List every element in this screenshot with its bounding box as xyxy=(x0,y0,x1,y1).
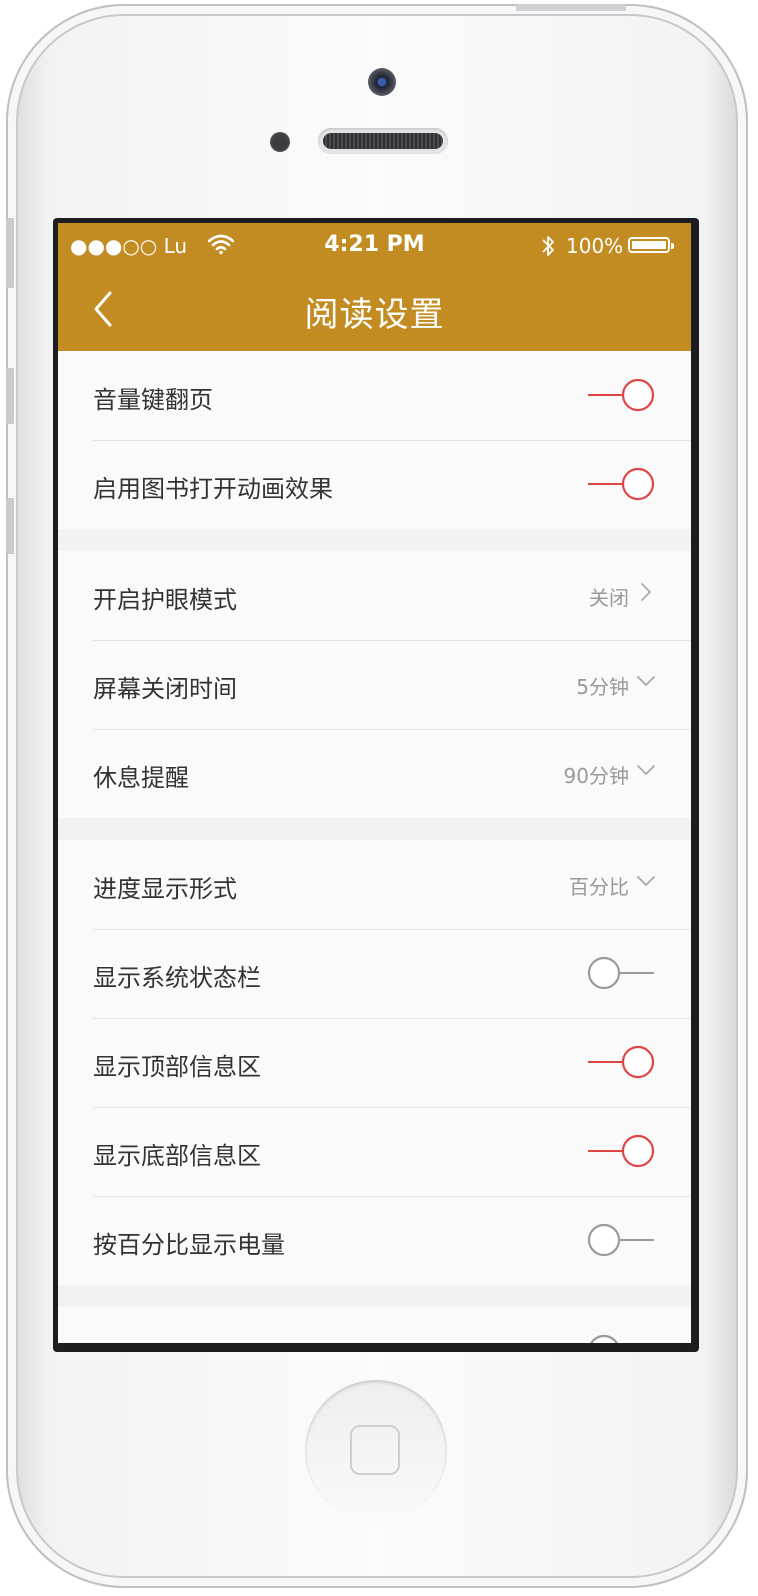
settings-row[interactable]: 音量键翻页 xyxy=(58,351,691,440)
settings-row[interactable]: 显示系统状态栏 xyxy=(58,929,691,1018)
settings-group: 开启护眼模式 关闭屏幕关闭时间 5分钟休息提醒 90分钟 xyxy=(58,551,691,818)
nav-bar: 阅读设置 xyxy=(58,269,691,351)
settings-list: 音量键翻页启用图书打开动画效果 开启护眼模式 关闭屏幕关闭时间 5分钟休息提醒 90分钟… xyxy=(58,351,691,1343)
chevron-down-icon xyxy=(637,765,655,775)
toggle-switch[interactable] xyxy=(587,1134,655,1168)
settings-row[interactable]: 屏幕关闭时间 5分钟 xyxy=(58,640,691,729)
settings-row-label: 显示底部信息区 xyxy=(93,1142,261,1170)
settings-row[interactable]: 休息提醒 90分钟 xyxy=(58,729,691,818)
settings-row-value: 百分比 xyxy=(569,875,629,899)
status-bar: ●●●○○ Lu 4:21 PM 100% xyxy=(58,223,691,269)
battery-percent: 100% xyxy=(566,234,624,258)
settings-group: 进度显示形式 百分比显示系统状态栏 显示顶部信息区 显示底部信息区 按百分比显示电量 xyxy=(58,840,691,1285)
settings-row-label: 启用图书打开动画效果 xyxy=(93,475,333,503)
home-square-icon xyxy=(350,1425,400,1475)
home-button[interactable] xyxy=(305,1380,447,1522)
settings-row-value: 关闭 xyxy=(589,586,629,610)
settings-group: 音量键翻页启用图书打开动画效果 xyxy=(58,351,691,529)
settings-row-label: 显示顶部信息区 xyxy=(93,1053,261,1081)
toggle-switch[interactable] xyxy=(587,1045,655,1079)
toggle-switch[interactable] xyxy=(587,1334,655,1343)
settings-row-label: 按百分比显示电量 xyxy=(93,1231,285,1259)
earpiece-speaker xyxy=(318,128,448,154)
mute-switch xyxy=(6,218,14,288)
settings-row[interactable]: 显示底部信息区 xyxy=(58,1107,691,1196)
toggle-switch[interactable] xyxy=(587,1223,655,1257)
power-button xyxy=(516,4,626,11)
chevron-down-icon xyxy=(637,876,655,886)
battery-icon xyxy=(628,237,674,253)
settings-row[interactable]: 显示顶部信息区 xyxy=(58,1018,691,1107)
settings-row[interactable]: 进度显示形式 百分比 xyxy=(58,840,691,929)
settings-row[interactable]: 按百分比显示电量 xyxy=(58,1196,691,1285)
front-camera xyxy=(368,68,396,96)
toggle-switch[interactable] xyxy=(587,378,655,412)
chevron-down-icon xyxy=(637,676,655,686)
bluetooth-icon xyxy=(542,236,554,256)
settings-row[interactable]: 书法首界 xyxy=(58,1307,691,1343)
volume-down-button xyxy=(6,498,14,554)
settings-row-label: 显示系统状态栏 xyxy=(93,964,261,992)
settings-row-label: 进度显示形式 xyxy=(93,875,237,903)
settings-row[interactable]: 开启护眼模式 关闭 xyxy=(58,551,691,640)
settings-row-value: 5分钟 xyxy=(576,675,629,699)
settings-row-label: 休息提醒 xyxy=(93,764,189,792)
volume-up-button xyxy=(6,368,14,424)
settings-row[interactable]: 启用图书打开动画效果 xyxy=(58,440,691,529)
toggle-switch[interactable] xyxy=(587,467,655,501)
toggle-switch[interactable] xyxy=(587,956,655,990)
settings-row-label: 音量键翻页 xyxy=(93,386,213,414)
settings-row-label: 屏幕关闭时间 xyxy=(93,675,237,703)
page-title: 阅读设置 xyxy=(304,295,445,335)
settings-row-label: 开启护眼模式 xyxy=(93,586,237,614)
screen: ●●●○○ Lu 4:21 PM 100% 阅读设置 音量键翻页启用图书打开动画… xyxy=(58,223,691,1343)
header-bar: ●●●○○ Lu 4:21 PM 100% 阅读设置 xyxy=(58,223,691,351)
settings-row-label: 书法首界 xyxy=(93,1336,189,1343)
settings-group: 书法首界 xyxy=(58,1307,691,1343)
settings-row-value: 90分钟 xyxy=(563,764,629,788)
chevron-right-icon xyxy=(641,583,651,601)
proximity-sensor xyxy=(270,132,290,152)
